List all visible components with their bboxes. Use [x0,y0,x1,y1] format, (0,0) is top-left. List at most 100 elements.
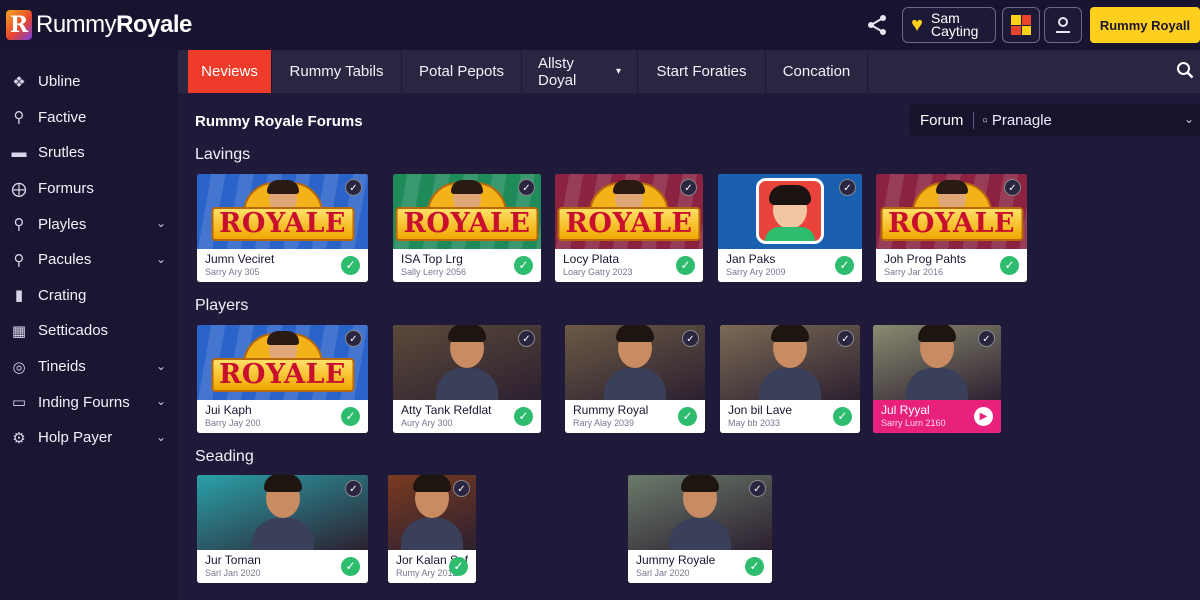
forum-card[interactable]: ✓ Jummy Royale Sarl Jar 2020 ✓ [628,475,772,583]
search-icon[interactable] [1176,61,1194,79]
sidebar-item-2[interactable]: ▬ Srutles [0,135,178,171]
forum-card[interactable]: ROYALE ✓ Jumn Veciret Sarry Ary 305 ✓ [197,174,368,282]
forum-card[interactable]: ✓ Atty Tank Refdlat Aury Ary 300 ✓ [393,325,541,433]
top-bar: R RummyRoyale ♥ Sam Cayting Rummy Royall [0,0,1200,50]
sidebar-item-10[interactable]: ⚙ Holp Payer ⌄ [0,420,178,456]
sidebar-item-label: Formurs [38,180,94,198]
app-logo[interactable]: R RummyRoyale [6,0,192,50]
sidebar-item-4[interactable]: ⚲ Playles ⌄ [0,206,178,242]
chevron-down-icon[interactable]: ⌄ [156,359,166,373]
sidebar-item-label: Tineids [38,358,86,376]
card-thumbnail [197,475,368,558]
logo-mark: R [6,10,32,40]
select-check-icon[interactable]: ✓ [682,330,699,347]
tab-0[interactable]: Neviews [188,50,272,93]
tab-2[interactable]: Potal Pepots [402,50,522,93]
forum-select-value: ▫ Pranagle [982,111,1052,129]
card-caption: Rummy Royal Rary Alay 2039 ✓ [565,400,705,433]
sidebar-item-label: Srutles [38,144,85,162]
select-check-icon[interactable]: ✓ [345,330,362,347]
card-date: Sarry Jar 2016 [884,267,944,277]
card-caption: Jor Kalan Sef Rumy Ary 2012 ✓ [388,550,476,583]
section-heading: Lavings [195,146,251,163]
chevron-down-icon[interactable]: ⌄ [156,430,166,444]
sidebar-item-7[interactable]: ▦ Setticados [0,313,178,349]
forum-card[interactable]: ✓ Jor Kalan Sef Rumy Ary 2012 ✓ [388,475,476,583]
apps-button[interactable] [1002,7,1040,43]
share-icon[interactable] [864,12,890,38]
select-check-icon[interactable]: ✓ [978,330,995,347]
section-heading: Seading [195,448,254,465]
forum-select[interactable]: Forum ▫ Pranagle ⌄ [910,104,1200,136]
rummy-royal-cta-button[interactable]: Rummy Royall [1090,7,1200,43]
document-icon: ▮ [14,287,24,305]
chevron-down-icon[interactable]: ⌄ [156,216,166,230]
target-icon: ◎ [12,358,26,376]
user-name: Sam Cayting [931,10,979,39]
account-button[interactable] [1044,7,1082,43]
forum-card[interactable]: ✓ Rummy Royal Rary Alay 2039 ✓ [565,325,705,433]
select-check-icon[interactable]: ✓ [518,330,535,347]
user-profile-button[interactable]: ♥ Sam Cayting [902,7,996,43]
player-photo [759,325,821,408]
card-title: Jui Kaph [205,403,252,417]
select-check-icon[interactable]: ✓ [453,480,470,497]
gear-icon: ⚙ [12,429,26,447]
select-check-icon[interactable]: ✓ [518,179,535,196]
select-check-icon[interactable]: ✓ [680,179,697,196]
card-date: Loary Gatry 2023 [563,267,633,277]
sidebar-item-6[interactable]: ▮ Crating [0,278,178,314]
sidebar-item-0[interactable]: ❖ Ubline [0,64,178,100]
card-date: Sally Lerry 2056 [401,267,467,277]
tab-3[interactable]: Allsty Doyal ▾ [522,50,638,93]
chevron-down-icon[interactable]: ⌄ [156,394,166,408]
forum-card[interactable]: ROYALE ✓ Jui Kaph Barry Jay 200 ✓ [197,325,368,433]
tab-5[interactable]: Concation [766,50,868,93]
card-caption: Atty Tank Refdlat Aury Ary 300 ✓ [393,400,541,433]
select-check-icon[interactable]: ✓ [837,330,854,347]
royale-logo: ROYALE [879,207,1024,241]
sidebar-item-label: Setticados [38,322,109,340]
forum-card[interactable]: ✓ Jan Paks Sarry Ary 2009 ✓ [718,174,862,282]
forum-card[interactable]: ROYALE ✓ ISA Top Lrg Sally Lerry 2056 ✓ [393,174,541,282]
card-date: Rary Alay 2039 [573,418,635,428]
user-search-icon: ⚲ [13,251,25,269]
select-check-icon[interactable]: ✓ [345,480,362,497]
trash-icon: ▫ [982,111,988,129]
select-check-icon[interactable]: ✓ [1004,179,1021,196]
royale-logo: ROYALE [557,207,701,241]
verified-check-icon: ✓ [341,557,360,576]
card-date: Sarry Ary 2009 [726,267,786,277]
play-icon[interactable]: ▶ [974,407,993,426]
search-icon: ⚲ [13,216,25,234]
forum-card[interactable]: ROYALE ✓ Locy Plata Loary Gatry 2023 ✓ [555,174,703,282]
layers-icon: ▬ [11,144,27,162]
sidebar-item-9[interactable]: ▭ Inding Fourns ⌄ [0,384,178,420]
tab-1[interactable]: Rummy Tabils [272,50,402,93]
select-check-icon[interactable]: ✓ [839,179,856,196]
forum-card[interactable]: ✓ Jur Toman Sarl Jan 2020 ✓ [197,475,368,583]
forum-card[interactable]: ROYALE ✓ Joh Prog Pahts Sarry Jar 2016 ✓ [876,174,1027,282]
sidebar-item-1[interactable]: ⚲ Factive [0,100,178,136]
select-check-icon[interactable]: ✓ [345,179,362,196]
tab-label: Concation [782,63,851,80]
verified-check-icon: ✓ [341,407,360,426]
sidebar: ❖ Ubline ⚲ Factive ▬ Srutles ⨁ Formurs ⚲ Playles ⌄… [0,50,178,600]
tab-4[interactable]: Start Foraties [638,50,766,93]
verified-check-icon: ✓ [341,256,360,275]
tab-label: Allsty Doyal [538,54,577,89]
sidebar-item-label: Ubline [38,73,81,91]
verified-check-icon: ✓ [835,256,854,275]
forum-card[interactable]: ✓ Jul Ryyal Sarry Lurn 2160 ▶ [873,325,1001,433]
sidebar-item-8[interactable]: ◎ Tineids ⌄ [0,349,178,385]
sidebar-item-5[interactable]: ⚲ Pacules ⌄ [0,242,178,278]
card-title: Jur Toman [205,553,261,567]
select-check-icon[interactable]: ✓ [749,480,766,497]
forum-card[interactable]: ✓ Jon bil Lave May bb 2033 ✓ [720,325,860,433]
player-photo [604,325,666,408]
verified-check-icon: ✓ [833,407,852,426]
tab-label: Start Foraties [656,63,747,80]
verified-check-icon: ✓ [676,256,695,275]
sidebar-item-3[interactable]: ⨁ Formurs [0,171,178,207]
chevron-down-icon[interactable]: ⌄ [156,252,166,266]
